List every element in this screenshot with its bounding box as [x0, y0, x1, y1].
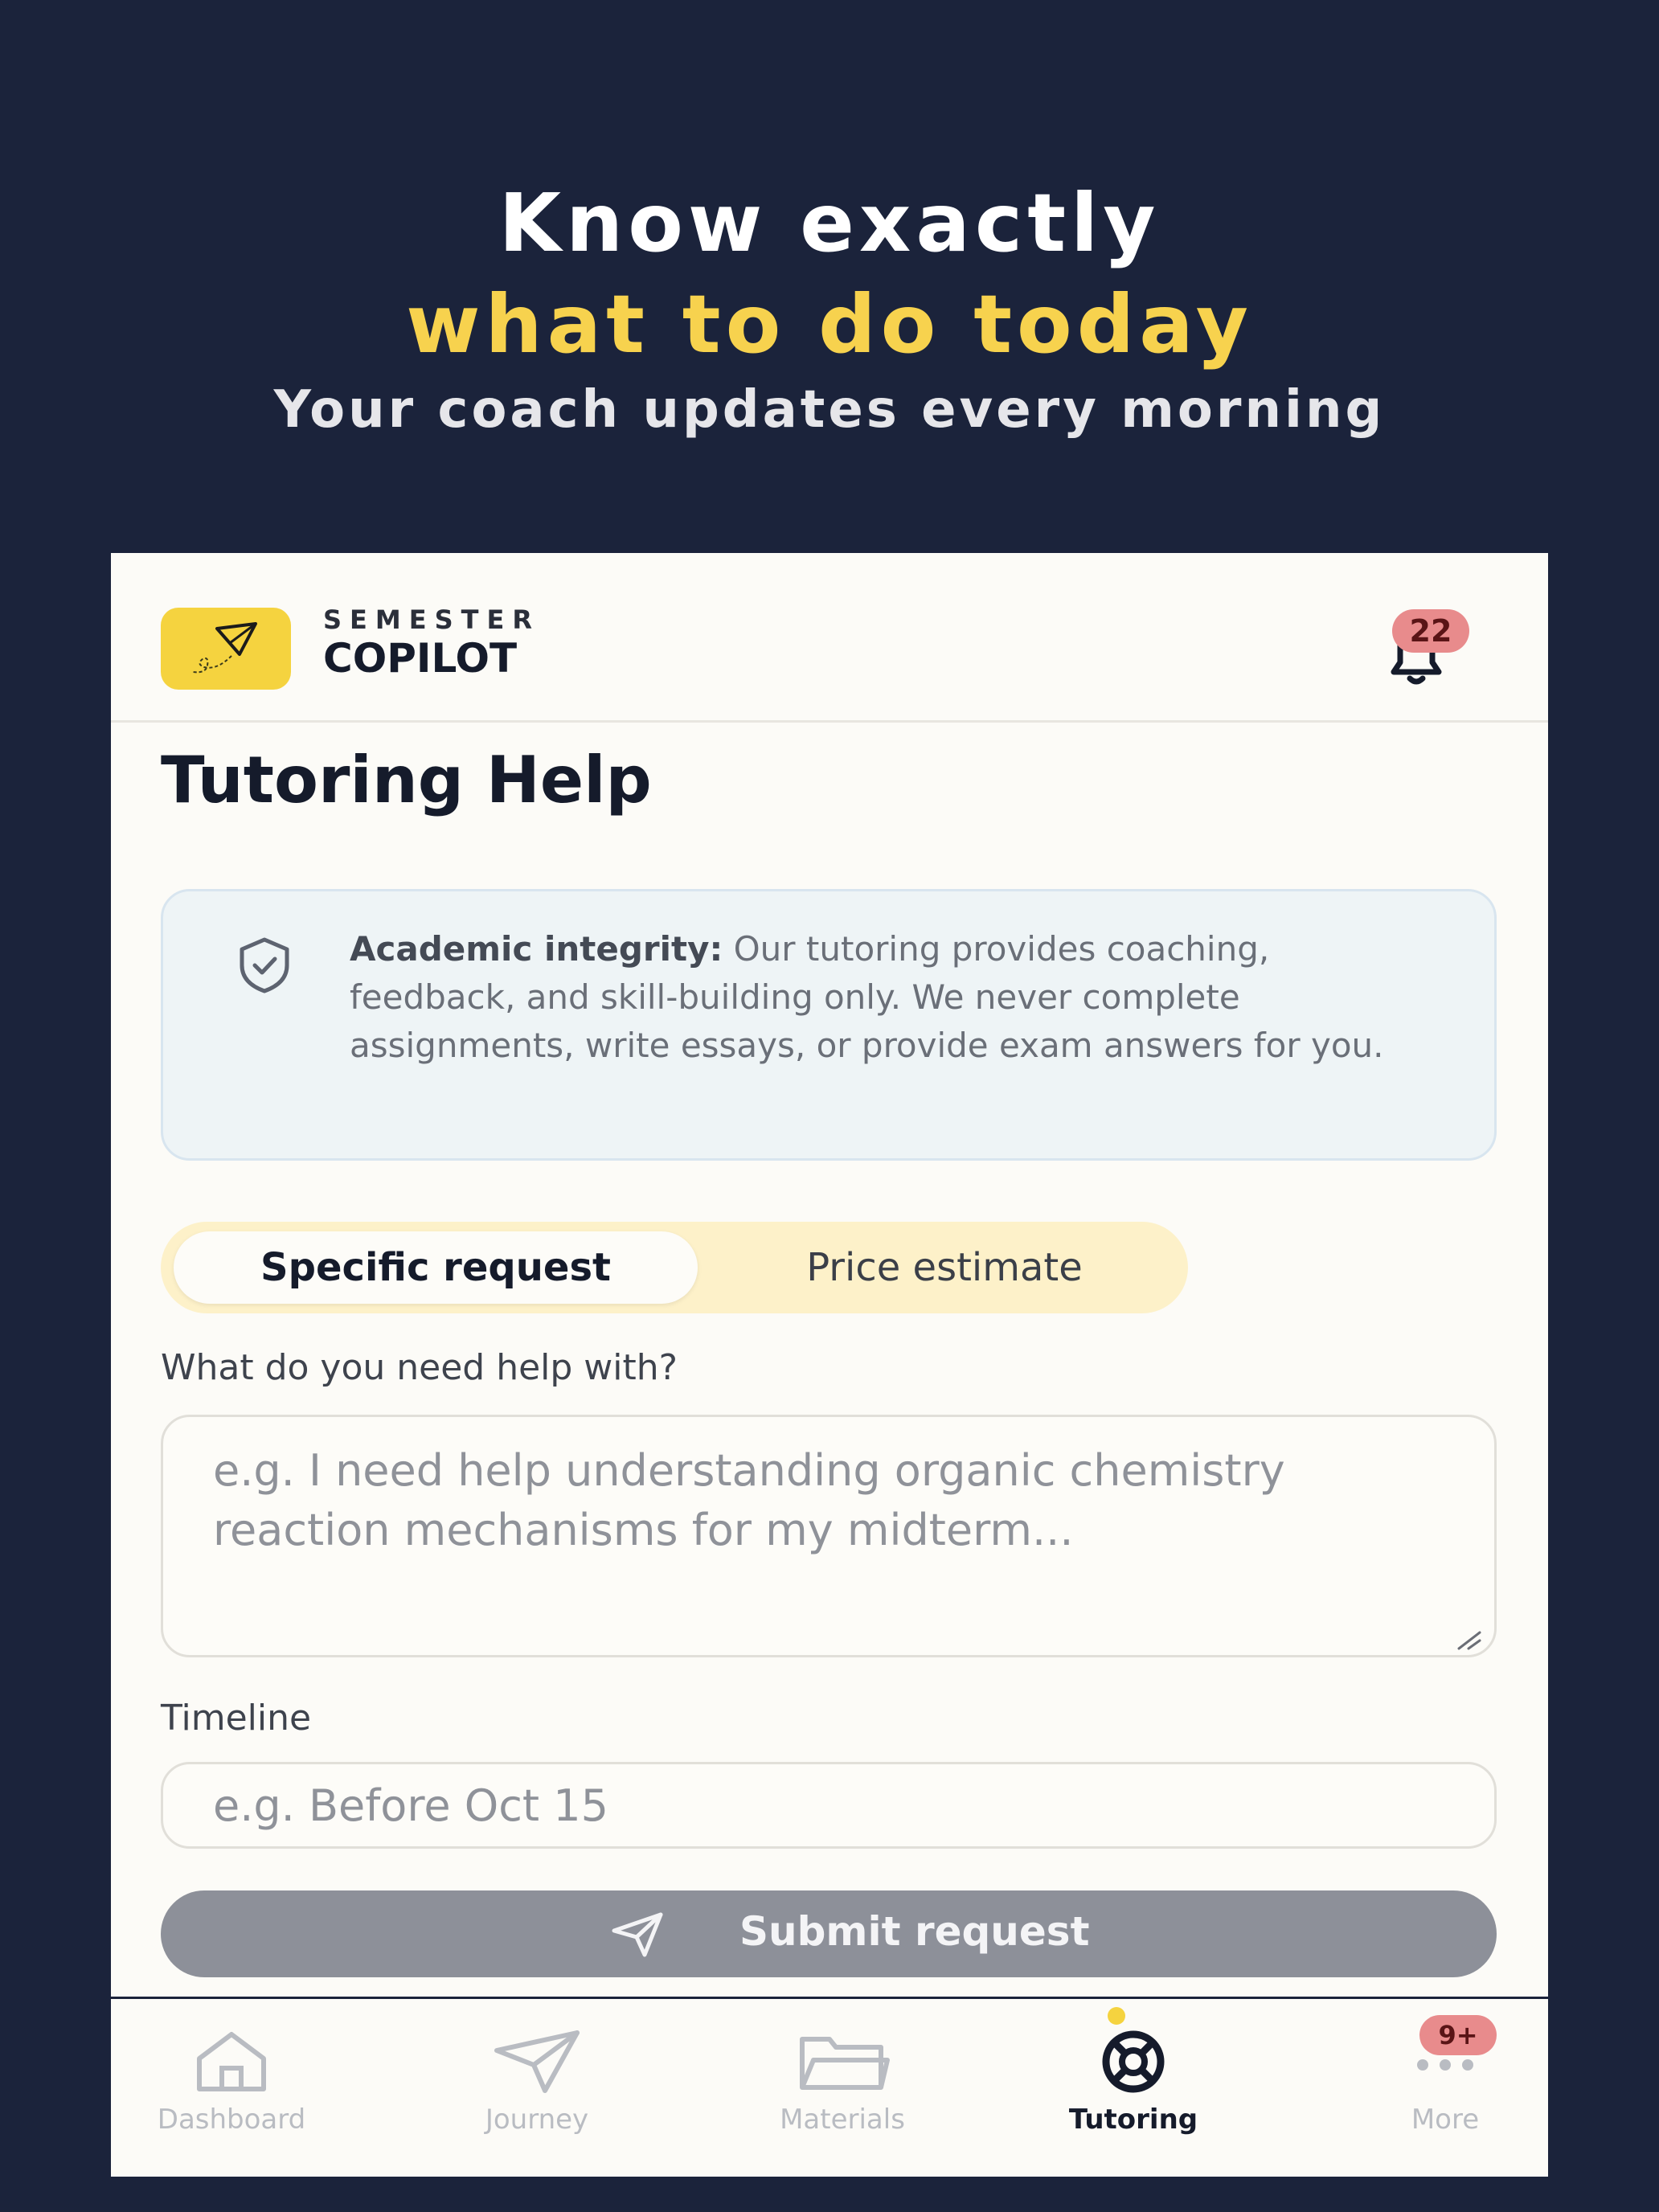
timeline-placeholder: e.g. Before Oct 15	[213, 1780, 608, 1831]
paper-plane-icon	[494, 2030, 580, 2093]
tab-price-estimate[interactable]: Price estimate	[707, 1231, 1182, 1304]
shield-check-icon	[240, 937, 289, 993]
hero-title: Know exactly	[498, 176, 1161, 270]
nav-label-journey: Journey	[485, 2103, 589, 2136]
academic-integrity-notice: Academic integrity: Our tutoring provide…	[161, 889, 1497, 1161]
timeline-input[interactable]: e.g. Before Oct 15	[161, 1762, 1497, 1849]
send-icon	[612, 1912, 663, 1957]
more-badge: 9+	[1419, 2015, 1497, 2055]
notice-lead: Academic integrity:	[350, 929, 723, 969]
resize-handle-icon[interactable]	[1452, 1628, 1485, 1652]
app-header: SEMESTER COPILOT 22	[111, 553, 1548, 723]
brand-subtitle: SEMESTER	[323, 604, 540, 635]
brand-name: COPILOT	[323, 635, 518, 682]
notification-badge: 22	[1392, 609, 1469, 653]
nav-item-materials[interactable]: Materials	[746, 1999, 939, 2177]
nav-label-more: More	[1411, 2103, 1480, 2136]
hero-subtitle: Your coach updates every morning	[273, 380, 1386, 440]
page-title: Tutoring Help	[161, 743, 652, 817]
nav-label-dashboard: Dashboard	[157, 2103, 306, 2136]
tab-specific-request[interactable]: Specific request	[174, 1231, 698, 1304]
request-type-tabs: Specific request Price estimate	[161, 1222, 1188, 1313]
folder-icon	[800, 2037, 890, 2090]
hero-highlight: what to do today	[406, 277, 1253, 371]
nav-item-dashboard[interactable]: Dashboard	[143, 1999, 320, 2177]
help-request-placeholder: e.g. I need help understanding organic c…	[213, 1445, 1285, 1555]
help-field-label: What do you need help with?	[161, 1347, 678, 1388]
home-icon	[197, 2032, 266, 2091]
app-screen: SEMESTER COPILOT 22 Tutoring Help Academ…	[111, 553, 1548, 2177]
help-request-textarea[interactable]: e.g. I need help understanding organic c…	[161, 1415, 1497, 1657]
nav-item-tutoring[interactable]: Tutoring	[1037, 1999, 1230, 2177]
app-logo[interactable]	[161, 608, 291, 690]
nav-label-tutoring: Tutoring	[1068, 2103, 1198, 2136]
bottom-nav: Dashboard Journey Materials Tutoring Mor…	[111, 1997, 1548, 2177]
timeline-field-label: Timeline	[161, 1698, 312, 1739]
paper-plane-logo-icon	[192, 622, 257, 674]
submit-request-label: Submit request	[739, 1908, 1090, 1955]
nav-item-journey[interactable]: Journey	[449, 1999, 625, 2177]
lifebuoy-icon	[1102, 2030, 1165, 2093]
notice-text: Academic integrity: Our tutoring provide…	[350, 925, 1443, 1070]
nav-label-materials: Materials	[780, 2103, 905, 2136]
submit-request-button[interactable]: Submit request	[161, 1890, 1497, 1977]
